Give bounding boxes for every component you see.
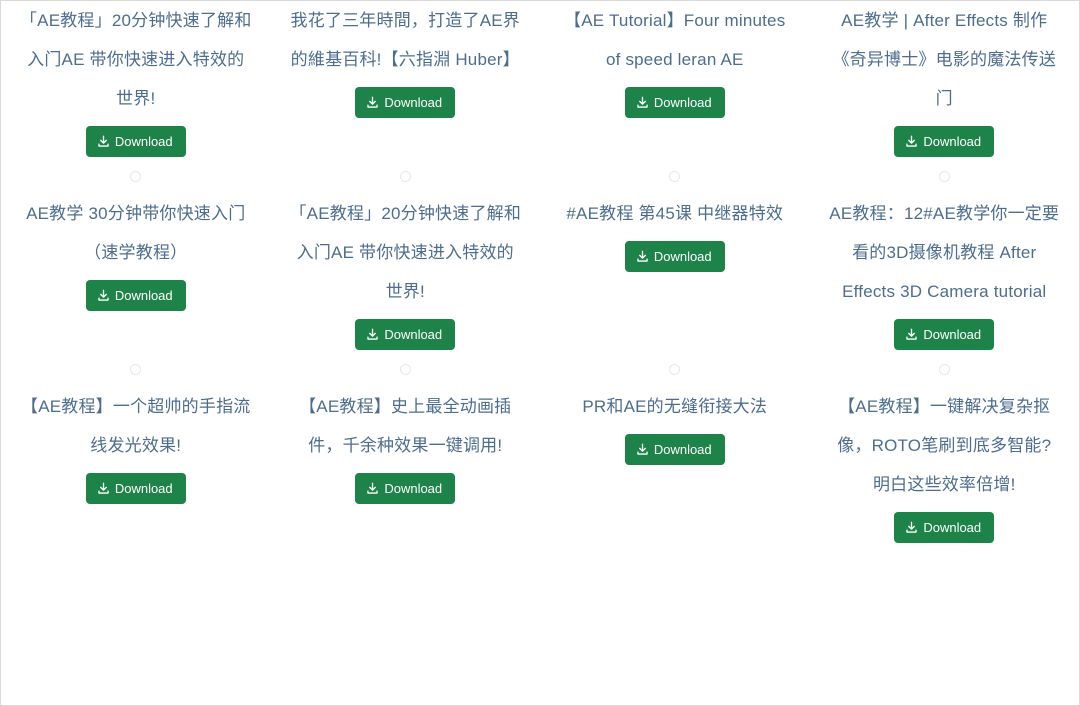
download-icon	[636, 96, 649, 109]
download-button-wrapper: Download	[289, 473, 523, 504]
download-icon	[636, 443, 649, 456]
download-button-label: Download	[384, 95, 443, 110]
download-button-wrapper: Download	[558, 434, 792, 465]
result-item-title: PR和AE的无缝衔接大法	[582, 397, 768, 416]
download-button[interactable]: Download	[85, 473, 186, 504]
result-item-title: 【AE教程】史上最全动画插件，千余种效果一键调用!	[299, 397, 512, 455]
download-button-wrapper: Download	[19, 473, 253, 504]
download-button-label: Download	[653, 442, 712, 457]
download-button[interactable]: Download	[355, 87, 456, 118]
search-results-grid: 「AE教程」20分钟快速了解和入门AE 带你快速进入特效的世界! Download…	[1, 1, 1079, 543]
result-item: 「AE教程」20分钟快速了解和入门AE 带你快速进入特效的世界! Download	[1, 1, 271, 157]
download-button-label: Download	[114, 481, 173, 496]
download-button-wrapper: Download	[828, 319, 1062, 350]
download-button-label: Download	[384, 327, 443, 342]
download-icon	[366, 96, 379, 109]
download-button[interactable]: Download	[624, 241, 725, 272]
circle-marker-icon	[130, 171, 142, 182]
download-button-label: Download	[384, 481, 443, 496]
download-button[interactable]: Download	[894, 512, 995, 543]
download-button[interactable]: Download	[355, 319, 456, 350]
download-icon	[97, 289, 110, 302]
result-item: 【AE教程】史上最全动画插件，千余种效果一键调用! Download	[271, 350, 541, 543]
download-button-label: Download	[923, 134, 982, 149]
download-icon	[905, 135, 918, 148]
circle-marker-icon	[399, 364, 411, 375]
result-item: 我花了三年時間，打造了AE界的維基百科!【六指淵 Huber】 Download	[271, 1, 541, 157]
result-item-title: 「AE教程」20分钟快速了解和入门AE 带你快速进入特效的世界!	[19, 11, 252, 108]
result-item: 【AE教程】一个超帅的手指流线发光效果! Download	[1, 350, 271, 543]
download-button-label: Download	[114, 288, 173, 303]
circle-marker-icon	[669, 171, 681, 182]
result-item: 【AE Tutorial】Four minutes of speed leran…	[540, 1, 810, 157]
download-icon	[97, 482, 110, 495]
result-item-title: 【AE教程】一键解决复杂抠像，ROTO笔刷到底多智能? 明白这些效率倍增!	[837, 397, 1052, 494]
download-button-wrapper: Download	[828, 126, 1062, 157]
download-button-wrapper: Download	[558, 241, 792, 272]
download-button-label: Download	[923, 327, 982, 342]
download-button[interactable]: Download	[85, 280, 186, 311]
result-item: AE教学 | After Effects 制作《奇异博士》电影的魔法传送门 Dow…	[810, 1, 1080, 157]
download-button[interactable]: Download	[355, 473, 456, 504]
download-icon	[905, 328, 918, 341]
result-item-title: 「AE教程」20分钟快速了解和入门AE 带你快速进入特效的世界!	[289, 204, 522, 301]
circle-marker-icon	[399, 171, 411, 182]
result-item-title: 【AE Tutorial】Four minutes of speed leran…	[564, 11, 786, 69]
result-item: AE教学 30分钟带你快速入门（速学教程） Download	[1, 157, 271, 350]
download-button-wrapper: Download	[289, 319, 523, 350]
download-button[interactable]: Download	[85, 126, 186, 157]
download-button-label: Download	[114, 134, 173, 149]
result-item-title: AE教程：12#AE教学你一定要看的3D摄像机教程 After Effects …	[829, 204, 1060, 301]
download-button[interactable]: Download	[894, 319, 995, 350]
result-item-title: AE教学 30分钟带你快速入门（速学教程）	[26, 204, 246, 262]
result-item: #AE教程 第45课 中继器特效 Download	[540, 157, 810, 350]
download-icon	[366, 482, 379, 495]
download-button[interactable]: Download	[894, 126, 995, 157]
download-button-wrapper: Download	[558, 87, 792, 118]
result-item: AE教程：12#AE教学你一定要看的3D摄像机教程 After Effects …	[810, 157, 1080, 350]
download-button-wrapper: Download	[289, 87, 523, 118]
download-button-wrapper: Download	[828, 512, 1062, 543]
circle-marker-icon	[130, 364, 142, 375]
download-button-wrapper: Download	[19, 280, 253, 311]
result-item: PR和AE的无缝衔接大法 Download	[540, 350, 810, 543]
download-button-label: Download	[923, 520, 982, 535]
result-item-title: AE教学 | After Effects 制作《奇异博士》电影的魔法传送门	[832, 11, 1057, 108]
download-button[interactable]: Download	[624, 434, 725, 465]
download-button-wrapper: Download	[19, 126, 253, 157]
download-button-label: Download	[653, 95, 712, 110]
result-item-title: 我花了三年時間，打造了AE界的維基百科!【六指淵 Huber】	[290, 11, 520, 69]
result-item: 「AE教程」20分钟快速了解和入门AE 带你快速进入特效的世界! Download	[271, 157, 541, 350]
download-button[interactable]: Download	[624, 87, 725, 118]
circle-marker-icon	[669, 364, 681, 375]
download-icon	[905, 521, 918, 534]
circle-marker-icon	[938, 171, 950, 182]
result-item-title: #AE教程 第45课 中继器特效	[566, 204, 784, 223]
download-icon	[636, 250, 649, 263]
circle-marker-icon	[938, 364, 950, 375]
download-icon	[366, 328, 379, 341]
results-page: 「AE教程」20分钟快速了解和入门AE 带你快速进入特效的世界! Download…	[0, 0, 1080, 706]
result-item: 【AE教程】一键解决复杂抠像，ROTO笔刷到底多智能? 明白这些效率倍增! Dow…	[810, 350, 1080, 543]
download-button-label: Download	[653, 249, 712, 264]
result-item-title: 【AE教程】一个超帅的手指流线发光效果!	[21, 397, 251, 455]
download-icon	[97, 135, 110, 148]
